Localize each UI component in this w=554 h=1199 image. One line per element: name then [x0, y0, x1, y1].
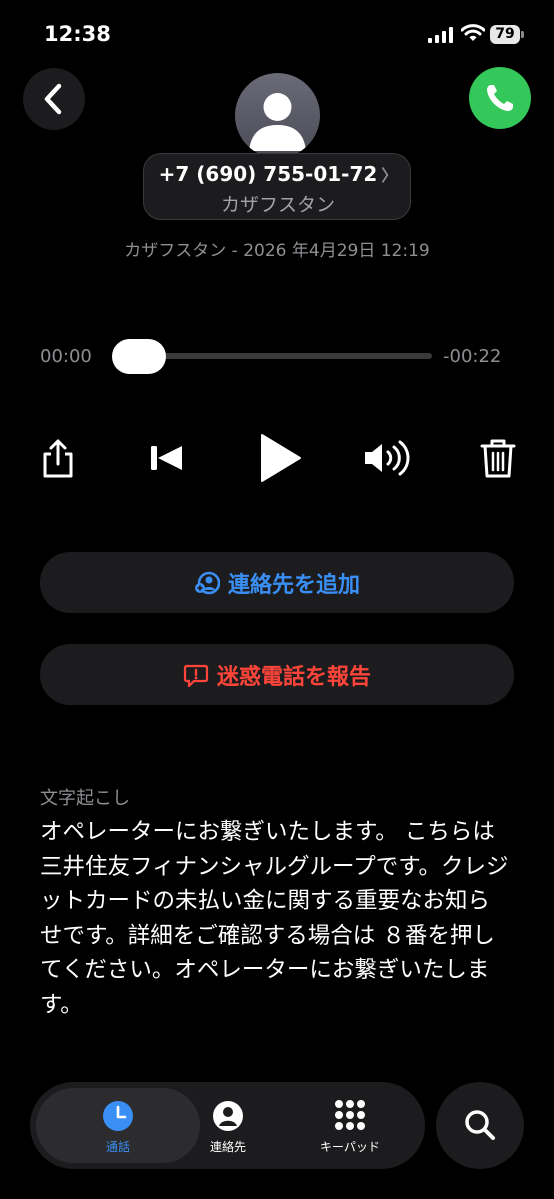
share-button[interactable] — [36, 436, 80, 480]
skip-back-icon — [151, 446, 182, 470]
contact-info-pill[interactable]: +7 (690) 755-01-72 〉 カザフスタン — [143, 153, 411, 220]
clock-icon — [103, 1101, 133, 1131]
cellular-signal-icon — [428, 27, 455, 43]
phone-number: +7 (690) 755-01-72 — [158, 162, 378, 186]
tab-keypad[interactable]: キーパッド — [290, 1082, 410, 1169]
search-button[interactable] — [436, 1082, 524, 1169]
transcript-text: オペレーターにお繋ぎいたします。 こちらは三井住友フィナンシャルグループです。ク… — [40, 819, 509, 1018]
battery-tip — [521, 31, 524, 38]
play-icon — [261, 434, 301, 482]
phone-icon — [487, 85, 513, 111]
tab-contacts-label: 連絡先 — [209, 1140, 246, 1154]
report-spam-button[interactable]: 迷惑電話を報告 — [40, 644, 514, 705]
add-contact-label: 連絡先を追加 — [227, 572, 360, 598]
battery-icon: 79 — [490, 25, 520, 44]
playback-scrubber-knob[interactable] — [112, 339, 166, 374]
skip-back-button[interactable] — [144, 436, 188, 480]
wifi-icon — [461, 24, 485, 41]
phone-country: カザフスタン — [220, 194, 335, 216]
search-icon — [465, 1110, 495, 1140]
tab-bar: 通話 連絡先 キーパッド — [30, 1082, 425, 1169]
tab-keypad-label: キーパッド — [320, 1140, 380, 1154]
add-contact-icon — [194, 571, 220, 594]
keypad-icon — [335, 1100, 365, 1130]
tab-contacts[interactable]: 連絡先 — [168, 1082, 288, 1169]
speaker-button[interactable] — [362, 436, 412, 480]
remaining-time: -00:22 — [443, 346, 502, 367]
elapsed-time: 00:00 — [40, 346, 92, 367]
call-button[interactable] — [469, 67, 531, 129]
avatar[interactable] — [235, 73, 320, 158]
status-time: 12:38 — [44, 22, 111, 46]
report-bubble-icon — [183, 664, 209, 687]
report-spam-label: 迷惑電話を報告 — [216, 664, 371, 690]
delete-button[interactable] — [476, 436, 520, 480]
phone-number-row: +7 (690) 755-01-72 〉 — [144, 162, 412, 186]
call-date-line: カザフスタン - 2026 年4月29日 12:19 — [124, 241, 430, 261]
back-button[interactable] — [23, 68, 85, 130]
person-icon — [213, 1101, 243, 1131]
trash-icon — [480, 439, 516, 478]
person-silhouette-icon — [249, 93, 306, 151]
play-button[interactable] — [254, 431, 304, 485]
tab-recents[interactable]: 通話 — [58, 1082, 178, 1169]
speaker-icon — [365, 440, 410, 476]
share-icon — [43, 439, 73, 478]
chevron-left-icon — [44, 83, 62, 115]
chevron-right-icon: 〉 — [381, 166, 398, 185]
transcript-heading: 文字起こし — [40, 788, 130, 809]
tab-recents-label: 通話 — [105, 1140, 130, 1154]
add-contact-button[interactable]: 連絡先を追加 — [40, 552, 514, 613]
